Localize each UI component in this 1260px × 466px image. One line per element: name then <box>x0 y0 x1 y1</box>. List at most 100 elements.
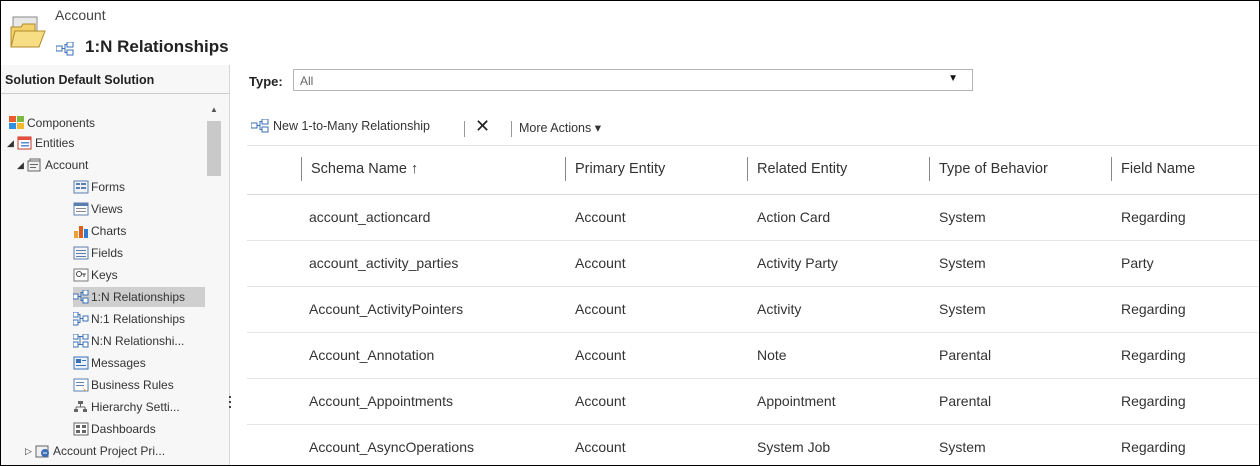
nav-item-dashboards[interactable]: Dashboards <box>73 419 156 439</box>
nav-item-label: Fields <box>91 246 124 260</box>
column-header-label: Related Entity <box>757 161 848 177</box>
scrollbar-thumb[interactable] <box>207 121 221 176</box>
expand-arrow-icon[interactable]: ▷ <box>25 446 35 457</box>
field-name-cell: Regarding <box>1121 439 1186 455</box>
nav-item-entities[interactable]: ◢ Entities <box>7 133 74 153</box>
components-icon <box>9 116 24 129</box>
nav-item-views[interactable]: Views <box>73 199 123 219</box>
nav-item-label: Views <box>91 202 123 216</box>
nav-item-hierarchy-settings[interactable]: Hierarchy Setti... <box>73 397 180 417</box>
nav-item-nn-relationships[interactable]: N:N Relationshi... <box>73 331 184 351</box>
collapse-arrow-icon[interactable]: ◢ <box>17 160 27 171</box>
grid-toolbar: New 1-to-Many Relationship ✕ More Action… <box>247 115 1259 141</box>
field-name-cell: Regarding <box>1121 209 1186 225</box>
type-filter-value: All <box>300 74 314 88</box>
fields-icon <box>73 246 89 260</box>
nav-item-account-project-price[interactable]: ▷ Account Project Pri... <box>25 441 165 461</box>
column-header-related-entity[interactable]: Related Entity <box>747 157 848 181</box>
views-icon <box>73 202 89 216</box>
breadcrumb[interactable]: Account <box>55 7 106 23</box>
schema-name-cell[interactable]: Account_Appointments <box>309 393 453 409</box>
column-header-primary-entity[interactable]: Primary Entity <box>565 157 666 181</box>
type-filter-select[interactable]: All ▼ <box>293 69 973 91</box>
table-row[interactable]: Account_AsyncOperations Account System J… <box>247 425 1259 465</box>
nav-item-messages[interactable]: Messages <box>73 353 146 373</box>
toolbar-divider <box>511 121 512 137</box>
window: Account 1:N Relationships Solution Defau… <box>0 0 1260 466</box>
column-divider <box>565 157 566 181</box>
nav-item-keys[interactable]: Keys <box>73 265 118 285</box>
solution-navigation: Solution Default Solution Components ◢ E… <box>1 65 230 465</box>
nav-item-label: 1:N Relationships <box>91 290 186 304</box>
nav-item-1n-relationships[interactable]: 1:N Relationships <box>73 287 205 307</box>
type-of-behavior-cell: System <box>939 255 986 271</box>
relationship-icon <box>73 334 89 348</box>
keys-icon <box>73 268 89 282</box>
nav-item-business-rules[interactable]: Business Rules <box>73 375 174 395</box>
nav-item-forms[interactable]: Forms <box>73 177 125 197</box>
type-of-behavior-cell: Parental <box>939 347 992 363</box>
more-actions-button[interactable]: More Actions ▾ <box>519 120 601 135</box>
new-relationship-button[interactable]: New 1-to-Many Relationship <box>251 119 430 133</box>
nav-item-label: Forms <box>91 180 125 194</box>
primary-entity-cell: Account <box>575 393 626 409</box>
nav-item-label: Hierarchy Setti... <box>91 400 180 414</box>
collapse-arrow-icon[interactable]: ◢ <box>7 138 17 149</box>
nav-item-components[interactable]: Components <box>9 113 95 133</box>
relationship-icon <box>73 312 89 326</box>
type-of-behavior-cell: Parental <box>939 393 992 409</box>
nav-item-charts[interactable]: Charts <box>73 221 126 241</box>
nav-item-fields[interactable]: Fields <box>73 243 123 263</box>
new-relationship-label: New 1-to-Many Relationship <box>273 119 431 133</box>
schema-name-cell[interactable]: account_actioncard <box>309 209 430 225</box>
table-row[interactable]: Account_Appointments Account Appointment… <box>247 379 1259 425</box>
table-row[interactable]: account_actioncard Account Action Card S… <box>247 195 1259 241</box>
messages-icon <box>73 356 89 370</box>
primary-entity-cell: Account <box>575 347 626 363</box>
nav-item-label: Entities <box>35 136 75 150</box>
type-of-behavior-cell: System <box>939 439 986 455</box>
folder-icon <box>10 16 46 48</box>
related-entity-cell: Activity Party <box>757 255 838 271</box>
field-name-cell: Regarding <box>1121 301 1186 317</box>
nav-item-label: N:N Relationshi... <box>91 334 185 348</box>
table-row[interactable]: Account_Annotation Account Note Parental… <box>247 333 1259 379</box>
relationship-icon <box>56 42 74 56</box>
nav-item-label: Account <box>45 158 89 172</box>
schema-name-cell[interactable]: Account_AsyncOperations <box>309 439 474 455</box>
field-name-cell: Regarding <box>1121 347 1186 363</box>
scroll-up-arrow-icon[interactable]: ▲ <box>210 105 218 114</box>
delete-icon[interactable]: ✕ <box>475 116 490 137</box>
nav-item-label: Messages <box>91 356 146 370</box>
type-of-behavior-cell: System <box>939 301 986 317</box>
entities-icon <box>17 136 32 150</box>
table-row[interactable]: account_activity_parties Account Activit… <box>247 241 1259 287</box>
nav-item-label: Keys <box>91 268 118 282</box>
nav-item-account[interactable]: ◢ Account <box>17 155 88 175</box>
divider <box>1 93 229 94</box>
business-rules-icon <box>73 378 89 392</box>
column-header-schema-name[interactable]: Schema Name ↑ <box>301 157 418 181</box>
column-header-type-of-behavior[interactable]: Type of Behavior <box>929 157 1048 181</box>
page-header: Account 1:N Relationships <box>1 1 1259 65</box>
nav-item-n1-relationships[interactable]: N:1 Relationships <box>73 309 185 329</box>
table-row[interactable]: Account_ActivityPointers Account Activit… <box>247 287 1259 333</box>
hierarchy-icon <box>74 401 87 412</box>
relationship-icon <box>251 119 269 133</box>
nav-item-label: N:1 Relationships <box>91 312 186 326</box>
pane-resize-handle[interactable] <box>229 393 233 408</box>
solution-label: Solution Default Solution <box>5 73 155 87</box>
dropdown-arrow-icon: ▼ <box>948 73 958 84</box>
nav-item-label: Components <box>27 116 96 130</box>
column-header-label: Primary Entity <box>575 161 666 177</box>
schema-name-cell[interactable]: Account_ActivityPointers <box>309 301 463 317</box>
schema-name-cell[interactable]: Account_Annotation <box>309 347 434 363</box>
primary-entity-cell: Account <box>575 255 626 271</box>
column-header-field-name[interactable]: Field Name <box>1111 157 1195 181</box>
page-title: 1:N Relationships <box>85 37 229 56</box>
relationship-icon <box>73 290 89 304</box>
column-divider <box>301 157 302 181</box>
schema-name-cell[interactable]: account_activity_parties <box>309 255 458 271</box>
related-entity-cell: System Job <box>757 439 831 455</box>
nav-item-label: Account Project Pri... <box>53 444 166 458</box>
